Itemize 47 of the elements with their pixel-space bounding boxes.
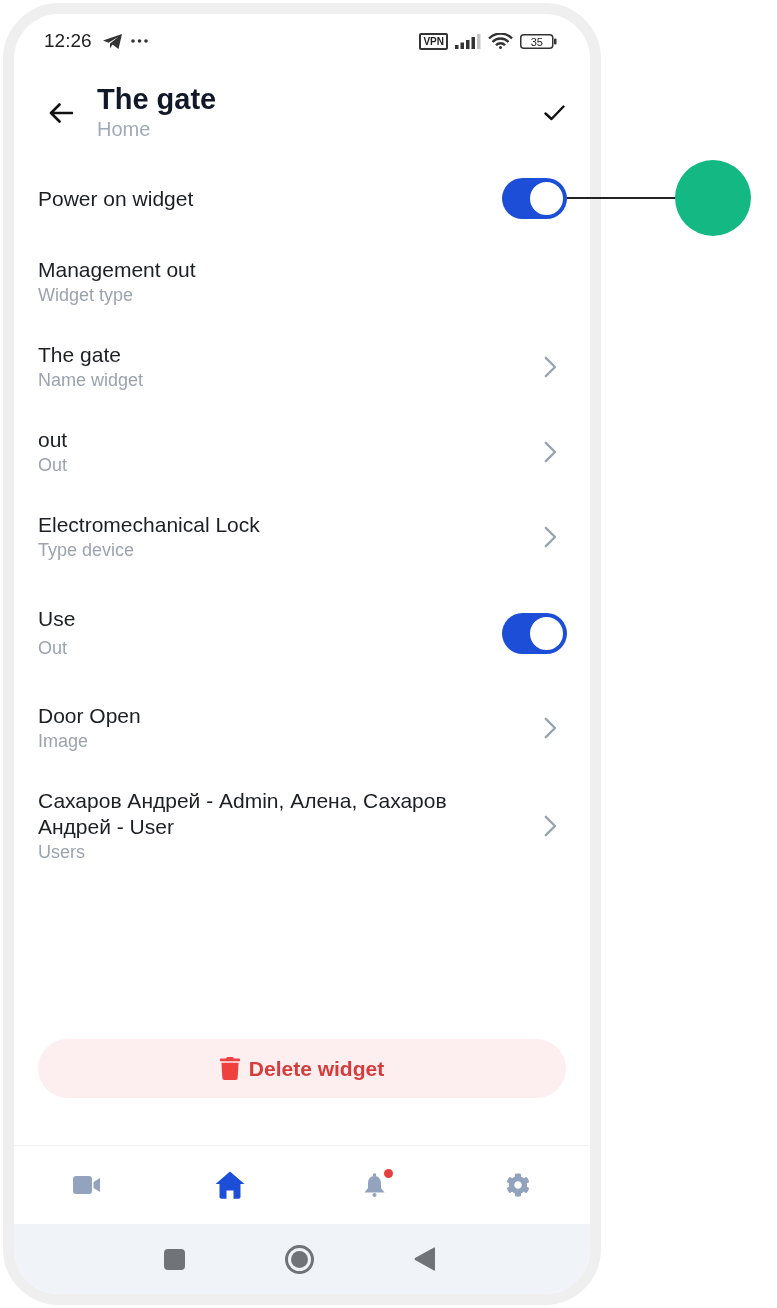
battery-indicator: 35 xyxy=(520,33,557,49)
system-home-button[interactable] xyxy=(284,1244,314,1274)
setting-label: Door Open xyxy=(38,703,141,729)
toggle-switch[interactable] xyxy=(502,178,567,219)
setting-label: The gate xyxy=(38,342,121,368)
home-icon xyxy=(215,1171,245,1199)
chevron-right-icon[interactable] xyxy=(544,815,557,837)
screen-subtitle: Home xyxy=(97,117,151,142)
more-dots-icon xyxy=(130,39,148,43)
setting-label: Electromechanical Lock xyxy=(38,512,260,538)
chevron-right-icon[interactable] xyxy=(544,526,557,548)
setting-caption: Out xyxy=(38,454,67,477)
triangle-icon xyxy=(413,1247,435,1271)
system-back-button[interactable] xyxy=(413,1247,435,1271)
setting-label: Power on widget xyxy=(38,185,194,212)
vpn-indicator: VPN xyxy=(419,32,448,50)
setting-caption: Name widget xyxy=(38,369,144,392)
back-arrow-icon xyxy=(49,103,73,123)
chevron-right-icon[interactable] xyxy=(544,441,557,463)
setting-label: Use xyxy=(38,606,76,632)
setting-caption: Widget type xyxy=(38,284,134,307)
bell-icon xyxy=(363,1173,385,1197)
checkmark-icon xyxy=(544,105,565,121)
ring-icon xyxy=(284,1244,314,1274)
video-camera-icon xyxy=(72,1176,100,1194)
recent-apps-button[interactable] xyxy=(163,1248,185,1270)
setting-caption: Users xyxy=(38,841,85,864)
chevron-right-icon[interactable] xyxy=(544,717,557,739)
screen-title: The gate xyxy=(97,83,217,115)
signal-icon xyxy=(455,33,481,49)
delete-widget-button[interactable]: Delete widget xyxy=(38,1039,566,1098)
trash-icon xyxy=(219,1057,240,1080)
chevron-right-icon[interactable] xyxy=(544,356,557,378)
save-button[interactable] xyxy=(544,105,565,121)
square-icon xyxy=(163,1248,185,1270)
setting-label: out xyxy=(38,427,68,453)
wifi-icon xyxy=(488,33,513,49)
status-time: 12:26 xyxy=(44,30,92,52)
setting-label: Management out xyxy=(38,257,196,283)
setting-label: Сахаров Андрей - Admin, Алена, Сахаров Андрей - User xyxy=(38,788,448,840)
setting-caption: Out xyxy=(38,637,67,660)
setting-caption: Image xyxy=(38,730,89,753)
toggle-switch[interactable] xyxy=(502,612,567,654)
back-button[interactable] xyxy=(49,103,73,123)
setting-caption: Type device xyxy=(38,539,135,562)
settings-icon xyxy=(506,1173,530,1197)
paper-plane-icon xyxy=(102,33,122,49)
